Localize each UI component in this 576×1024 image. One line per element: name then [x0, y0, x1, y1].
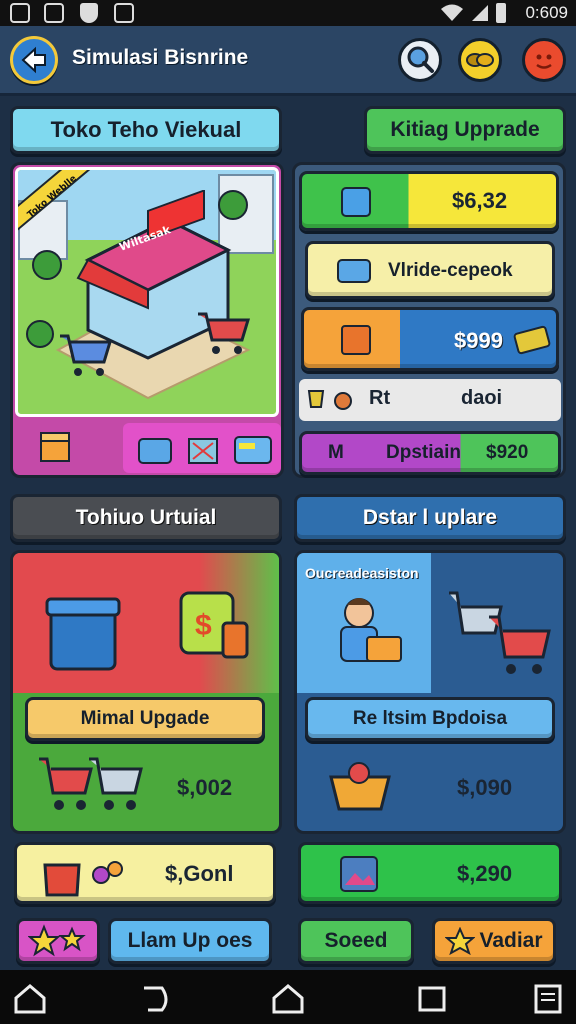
stat-row-cash[interactable]: $6,32: [299, 171, 559, 231]
stat-info-right: daoi: [461, 387, 503, 409]
back-nav-icon[interactable]: [138, 982, 174, 1014]
speed-label: Soeed: [324, 929, 388, 952]
coins-icon: [466, 53, 494, 67]
bag-gems-icon: [43, 861, 123, 897]
stats-panel: $6,32 Vlride-cepeok $999 Rt daoi M Dpsti…: [292, 162, 566, 478]
search-icon: [407, 46, 434, 73]
photo-icon: [114, 3, 134, 23]
package-icon: [337, 259, 371, 283]
home-icon[interactable]: [270, 982, 306, 1014]
emoji-button[interactable]: [522, 38, 566, 82]
system-nav-bar: [0, 970, 576, 1024]
cash-bill-icon: [513, 325, 551, 355]
right-upgrade-card: Oucreadeasiston Re ltsim Bpdoisa $,090: [294, 550, 566, 834]
tab-upgrade[interactable]: Kitiag Upprade: [364, 106, 566, 154]
shopping-cart-icon: [198, 312, 251, 354]
basket-icon[interactable]: [183, 429, 223, 469]
tab-upgrade-label: Kitiag Upprade: [390, 118, 540, 141]
tab-virtual-store[interactable]: Tohiuo Urtuial: [10, 494, 282, 542]
store-scene[interactable]: Wiltasak Toko Weblle: [15, 167, 279, 417]
picture-icon: [340, 856, 378, 892]
stat-row-goods[interactable]: $999: [301, 307, 559, 371]
emoji-icon: [536, 54, 552, 69]
tab-upgrade-list[interactable]: Dstar l uplare: [294, 494, 566, 542]
star-action-button[interactable]: Vadiar: [432, 918, 556, 964]
svg-text:$: $: [195, 609, 212, 642]
carts-icon: [39, 757, 143, 810]
level-up-button[interactable]: Llam Up oes: [108, 918, 272, 964]
stars-button[interactable]: [16, 918, 100, 964]
right-bottom-bar[interactable]: $,290: [298, 842, 562, 904]
coins-button[interactable]: [458, 38, 502, 82]
signal-icon: [472, 5, 488, 21]
shopping-cart-icon: [60, 334, 113, 376]
stat-row-info: Rt daoi: [299, 379, 561, 421]
arrow-left-icon: [21, 46, 46, 74]
star-icon: [445, 927, 476, 955]
speed-button[interactable]: Soeed: [298, 918, 414, 964]
trophy-icon: [307, 390, 352, 410]
card-icon[interactable]: [231, 429, 275, 469]
star-action-label: Vadiar: [479, 929, 543, 952]
right-card-header: Oucreadeasiston: [305, 565, 419, 581]
tab-virtual-store-label: Tohiuo Urtuial: [75, 506, 217, 529]
stat-row-delivery[interactable]: Vlride-cepeok: [305, 241, 555, 299]
wifi-icon: [441, 4, 463, 21]
store-panel: Wiltasak Toko Weblle: [10, 162, 284, 478]
stat-destination-value: $920: [486, 442, 529, 463]
cash-register-icon[interactable]: [135, 429, 175, 469]
money-bag-icon: $: [179, 591, 249, 659]
tab-store-label: Toko Teho Viekual: [50, 117, 242, 142]
menu-icon[interactable]: [530, 982, 566, 1014]
stat-destination-text: Dpstiain: [386, 442, 461, 463]
app-title: Simulasi Bisnrine: [72, 46, 249, 69]
stat-cash-value: $6,32: [452, 188, 508, 213]
stat-destination-label: M: [328, 442, 344, 463]
shield-icon: [80, 3, 98, 23]
restock-upgrade-label: Re ltsim Bpdoisa: [352, 708, 508, 729]
carts-icon: [449, 591, 551, 674]
stat-goods-value: $999: [454, 328, 503, 353]
tab-upgrade-list-label: Dstar l uplare: [362, 506, 498, 529]
cube-icon: [341, 187, 371, 217]
status-bar: 0:609: [0, 0, 576, 26]
minimal-upgrade-label: Mimal Upgade: [80, 708, 210, 729]
left-upgrade-card: $ Mimal Upgade $,002: [10, 550, 282, 834]
recents-icon[interactable]: [414, 982, 450, 1014]
battery-icon: [496, 3, 506, 23]
image-icon: [10, 3, 30, 23]
palm-tree: [218, 190, 248, 220]
home-outline-icon[interactable]: [12, 982, 48, 1014]
tab-store[interactable]: Toko Teho Viekual: [10, 106, 282, 154]
search-button[interactable]: [398, 38, 442, 82]
level-up-label: Llam Up oes: [127, 929, 253, 952]
palm-tree: [26, 320, 54, 348]
restock-upgrade-button[interactable]: Re ltsim Bpdoisa: [305, 697, 555, 741]
left-card-value: $,002: [177, 775, 233, 800]
square-icon: [44, 3, 64, 23]
bin-icon: [45, 597, 121, 671]
fruit-crate-icon: [329, 762, 391, 811]
worker-laptop-icon: [340, 598, 402, 662]
palm-tree: [32, 250, 62, 280]
minimal-upgrade-button[interactable]: Mimal Upgade: [25, 697, 265, 741]
left-bottom-value: $,Gonl: [165, 861, 234, 886]
left-bottom-bar[interactable]: $,Gonl: [14, 842, 276, 904]
stat-delivery-label: Vlride-cepeok: [388, 260, 513, 281]
app-header: Simulasi Bisnrine: [0, 26, 576, 96]
right-card-value: $,090: [457, 775, 513, 800]
box-icon[interactable]: [35, 427, 75, 467]
stars-icon: [28, 924, 86, 957]
back-button[interactable]: [10, 36, 58, 84]
right-bottom-value: $,290: [457, 861, 513, 886]
stat-row-destination[interactable]: M Dpstiain $920: [299, 431, 561, 475]
crate-icon: [341, 325, 371, 355]
stat-info-left: Rt: [369, 387, 391, 409]
clock: 0:609: [525, 3, 568, 22]
